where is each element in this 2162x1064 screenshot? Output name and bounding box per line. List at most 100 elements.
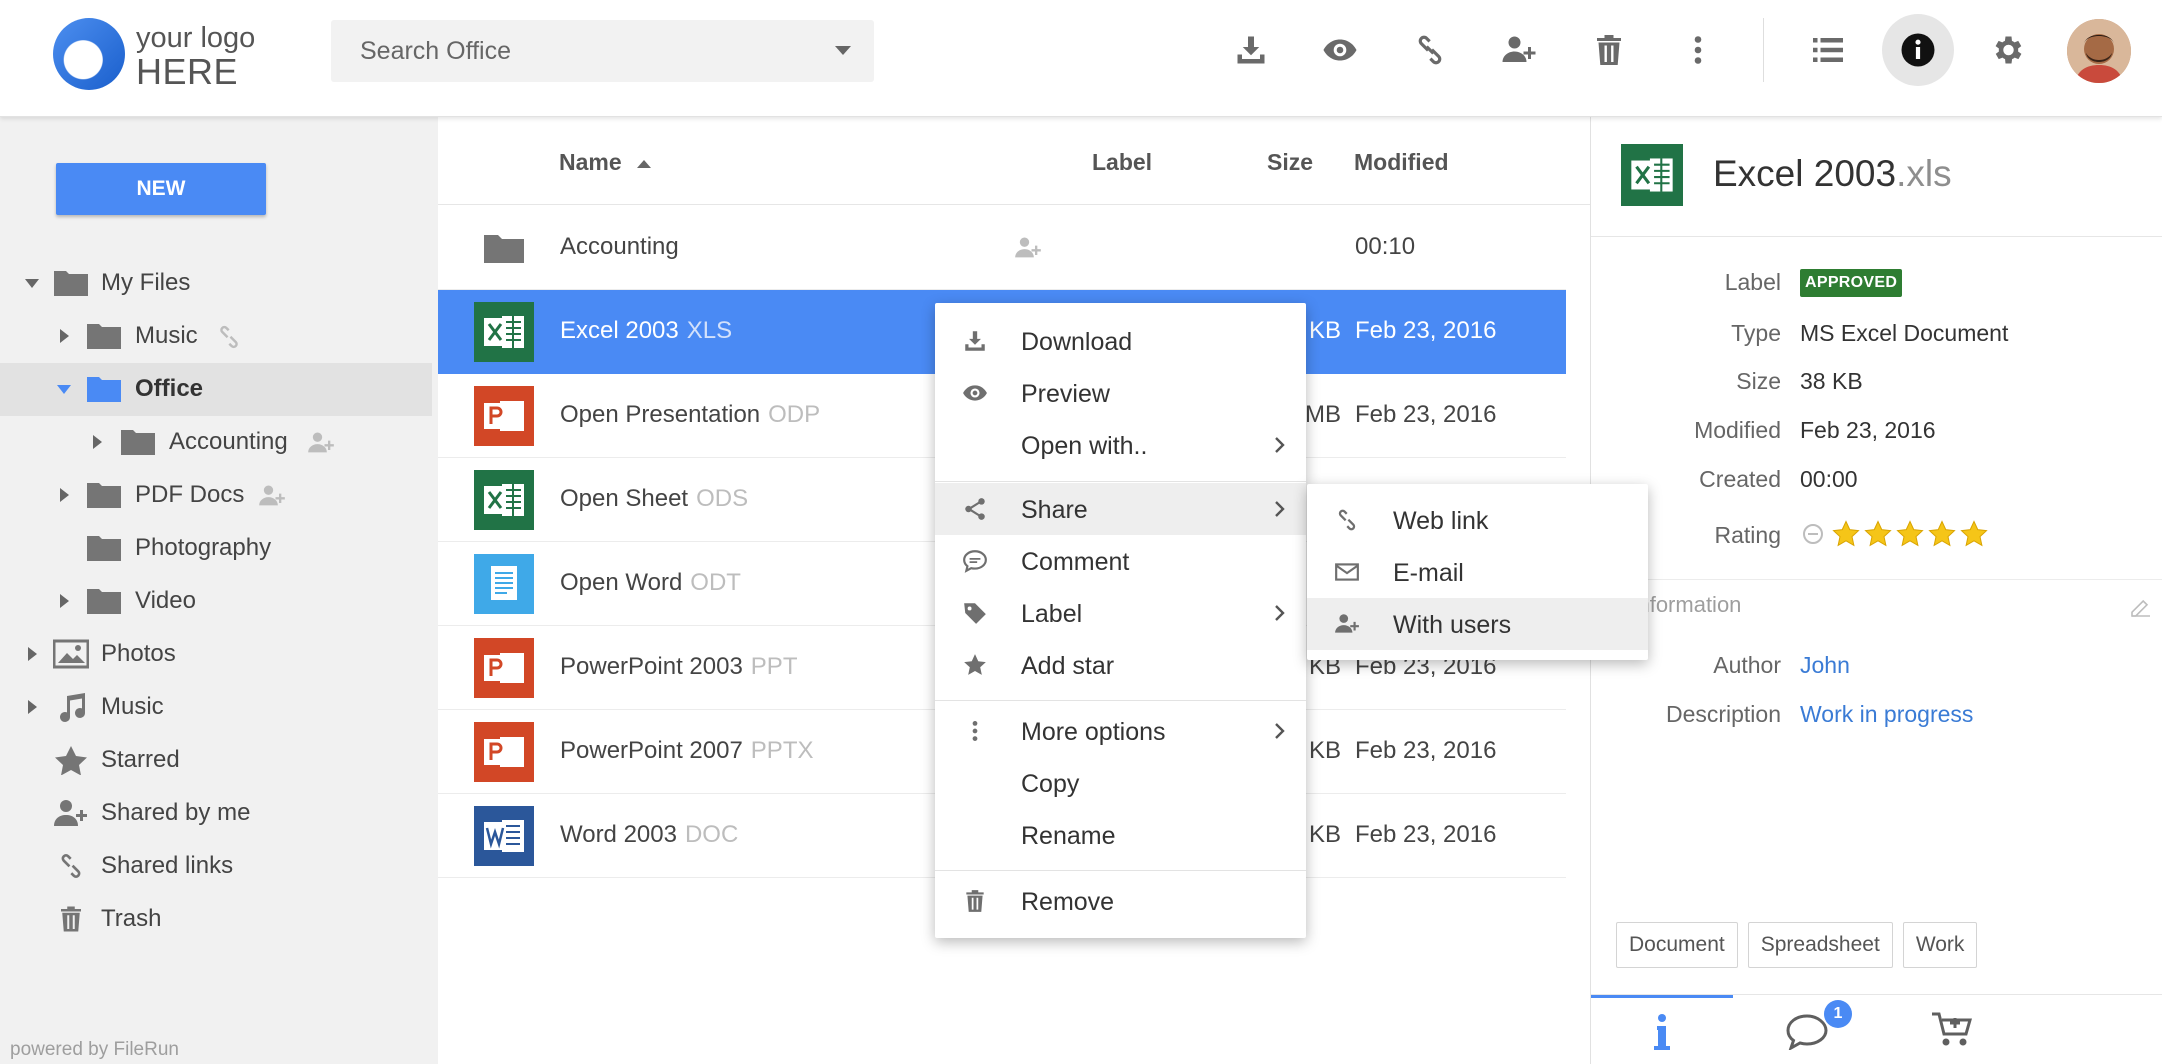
more-vert-icon[interactable] bbox=[1676, 28, 1720, 72]
chevron-right-icon bbox=[1275, 437, 1285, 453]
menu-item-remove[interactable]: Remove bbox=[935, 875, 1306, 927]
comment-icon bbox=[1786, 1014, 1828, 1050]
sidebar-item-shared-by-me[interactable]: Shared by me bbox=[0, 787, 432, 840]
file-name: Accounting bbox=[560, 233, 679, 261]
menu-item-rename[interactable]: Rename bbox=[935, 809, 1306, 861]
submenu-item-email[interactable]: E-mail bbox=[1307, 546, 1648, 598]
sidebar-item-video[interactable]: Video bbox=[0, 575, 432, 628]
new-button[interactable]: NEW bbox=[56, 163, 266, 215]
sidebar-item-pdf-docs[interactable]: PDF Docs bbox=[0, 469, 432, 522]
shared-user-icon bbox=[259, 485, 285, 506]
menu-divider bbox=[935, 481, 1306, 482]
sidebar-item-label: Accounting bbox=[169, 428, 288, 455]
menu-item-download[interactable]: Download bbox=[935, 315, 1306, 367]
caret-right-icon[interactable] bbox=[89, 434, 105, 450]
status-badge[interactable]: APPROVED bbox=[1800, 269, 1903, 297]
tab-cart[interactable] bbox=[1881, 995, 2023, 1064]
prop-modified-value: Feb 23, 2016 bbox=[1800, 417, 1936, 443]
sidebar-item-accounting[interactable]: Accounting bbox=[0, 416, 432, 469]
sidebar-item-music-root[interactable]: Music bbox=[0, 681, 432, 734]
caret-right-icon[interactable] bbox=[24, 646, 40, 662]
sidebar-item-music[interactable]: Music bbox=[0, 310, 432, 363]
menu-item-preview[interactable]: Preview bbox=[935, 367, 1306, 419]
menu-item-label[interactable]: Label bbox=[935, 587, 1306, 639]
submenu-item-web-link[interactable]: Web link bbox=[1307, 494, 1648, 546]
caret-right-icon[interactable] bbox=[56, 487, 72, 503]
clear-rating-icon[interactable] bbox=[1801, 522, 1825, 546]
chevron-right-icon bbox=[1275, 723, 1285, 739]
meta-description-value[interactable]: Work in progress bbox=[1800, 701, 1973, 728]
menu-item-comment[interactable]: Comment bbox=[935, 535, 1306, 587]
file-name: Word 2003 DOC bbox=[560, 821, 738, 849]
menu-item-share[interactable]: Share bbox=[935, 483, 1306, 535]
sidebar-item-my-files[interactable]: My Files bbox=[0, 257, 432, 310]
sidebar-item-trash[interactable]: Trash bbox=[0, 893, 432, 946]
caret-down-icon[interactable] bbox=[56, 381, 72, 397]
table-row[interactable]: Accounting 00:10 bbox=[438, 206, 1566, 290]
sidebar-item-office[interactable]: Office bbox=[0, 363, 432, 416]
submenu-item-with-users[interactable]: With users bbox=[1307, 598, 1648, 650]
tag-chip[interactable]: Spreadsheet bbox=[1747, 922, 1893, 968]
star-icon[interactable] bbox=[1863, 519, 1893, 549]
sidebar-item-photos[interactable]: Photos bbox=[0, 628, 432, 681]
info-icon[interactable] bbox=[1896, 28, 1940, 72]
logo[interactable]: your logo HERE bbox=[53, 18, 283, 98]
prop-type-key: Type bbox=[1731, 320, 1781, 346]
preview-icon[interactable] bbox=[1318, 28, 1362, 72]
list-view-icon[interactable] bbox=[1806, 28, 1850, 72]
menu-item-label: Rename bbox=[1021, 822, 1116, 850]
star-icon[interactable] bbox=[1959, 519, 1989, 549]
trash-icon[interactable] bbox=[1587, 28, 1631, 72]
column-name[interactable]: Name bbox=[559, 149, 652, 176]
link-icon[interactable] bbox=[1408, 28, 1452, 72]
column-modified[interactable]: Modified bbox=[1354, 149, 1449, 176]
details-title-ext: .xls bbox=[1896, 153, 1952, 194]
menu-item-more-options[interactable]: More options bbox=[935, 705, 1306, 757]
sidebar-item-shared-links[interactable]: Shared links bbox=[0, 840, 432, 893]
download-icon[interactable] bbox=[1229, 28, 1273, 72]
sidebar-item-label: Shared by me bbox=[101, 799, 251, 826]
search-input[interactable] bbox=[331, 20, 811, 82]
tab-info[interactable] bbox=[1591, 995, 1733, 1064]
sidebar-item-starred[interactable]: Starred bbox=[0, 734, 432, 787]
details-tabs: 1 bbox=[1591, 994, 2162, 1064]
sidebar-item-label: Photography bbox=[135, 534, 272, 561]
star-icon[interactable] bbox=[1831, 519, 1861, 549]
caret-right-icon[interactable] bbox=[56, 328, 72, 344]
add-user-icon[interactable] bbox=[1497, 28, 1541, 72]
menu-item-open-with[interactable]: Open with.. bbox=[935, 419, 1306, 471]
column-label[interactable]: Label bbox=[1092, 149, 1152, 176]
caret-right-icon[interactable] bbox=[24, 699, 40, 715]
file-extension: PPTX bbox=[750, 737, 814, 764]
chevron-down-icon[interactable] bbox=[833, 45, 853, 57]
tag-chip[interactable]: Document bbox=[1616, 922, 1738, 968]
shared-user-icon bbox=[308, 432, 334, 453]
star-icon[interactable] bbox=[1895, 519, 1925, 549]
tab-comments[interactable]: 1 bbox=[1736, 995, 1878, 1064]
menu-item-copy[interactable]: Copy bbox=[935, 757, 1306, 809]
link-icon bbox=[220, 325, 238, 349]
details-title-name: Excel 2003 bbox=[1713, 153, 1897, 194]
caret-down-icon[interactable] bbox=[24, 275, 40, 291]
column-size[interactable]: Size bbox=[1267, 149, 1313, 176]
rating-stars[interactable] bbox=[1801, 519, 1989, 549]
folder-icon bbox=[87, 377, 121, 402]
settings-icon[interactable] bbox=[1985, 28, 2029, 72]
tag-chip[interactable]: Work bbox=[1902, 922, 1978, 968]
user-avatar[interactable] bbox=[2067, 19, 2131, 83]
menu-item-add-star[interactable]: Add star bbox=[935, 639, 1306, 691]
star-icon[interactable] bbox=[1927, 519, 1957, 549]
file-extension: ODT bbox=[690, 569, 741, 596]
comment-icon bbox=[961, 547, 989, 575]
meta-author-value[interactable]: John bbox=[1800, 652, 1850, 679]
logo-mark bbox=[53, 18, 125, 90]
sidebar-item-label: Starred bbox=[101, 746, 180, 773]
sidebar-item-photography[interactable]: Photography bbox=[0, 522, 432, 575]
edit-icon[interactable] bbox=[2129, 595, 2153, 619]
sidebar-item-label: PDF Docs bbox=[135, 481, 245, 508]
powered-by[interactable]: powered by FileRun bbox=[10, 1039, 179, 1061]
tag-list: Document Spreadsheet Work bbox=[1616, 922, 1978, 968]
menu-item-label: Download bbox=[1021, 328, 1133, 356]
caret-right-icon[interactable] bbox=[56, 593, 72, 609]
file-name-text: Accounting bbox=[560, 233, 679, 260]
